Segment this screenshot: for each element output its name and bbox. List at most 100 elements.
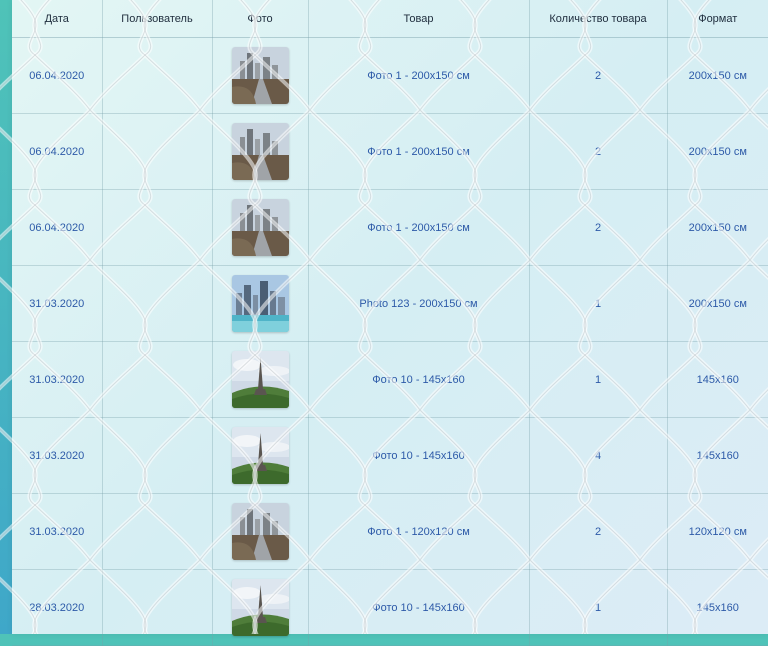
table-row[interactable]: 06.04.2020 Фото 1 - 200x150 см 2 200x150 см [12, 189, 768, 266]
cell-quantity: 2 [529, 113, 668, 190]
table-row[interactable]: 06.04.2020 Фото 1 - 200x150 см 2 200x150 см [12, 37, 768, 114]
product-link[interactable]: Фото 1 - 200x150 см [367, 146, 470, 158]
date-text: 31.03.2020 [29, 297, 85, 310]
cell-date: 31.03.2020 [12, 493, 103, 570]
cell-product: Фото 10 - 145x160 [308, 341, 530, 418]
cell-user [102, 417, 213, 494]
cell-date: 06.04.2020 [12, 189, 103, 266]
cell-format: 200x150 см [667, 37, 768, 114]
cell-user [102, 569, 213, 646]
format-text: 120x120 см [688, 525, 747, 538]
column-header-product[interactable]: Товар [308, 0, 530, 38]
table-row[interactable]: 31.03.2020 Фото 10 - 145x160 1 145x160 [12, 341, 768, 418]
product-link[interactable]: Фото 1 - 200x150 см [367, 222, 470, 234]
cell-date: 31.03.2020 [12, 265, 103, 342]
column-header-photo[interactable]: Фото [212, 0, 309, 38]
cell-format: 200x150 см [667, 265, 768, 342]
cell-photo [212, 113, 309, 190]
cell-product: Фото 1 - 200x150 см [308, 113, 530, 190]
product-link[interactable]: Фото 10 - 145x160 [372, 450, 465, 462]
product-photo-thumbnail[interactable] [231, 123, 289, 180]
table-row[interactable]: 31.03.2020 Фото 1 - 120x120 см 2 120x120 см [12, 493, 768, 570]
date-text: 31.03.2020 [29, 525, 85, 538]
cell-user [102, 37, 213, 114]
format-text: 145x160 [696, 373, 739, 386]
quantity-text: 1 [594, 373, 602, 386]
orders-table-panel: Дата Пользователь Фото Товар Количество … [12, 0, 768, 646]
product-link[interactable]: Фото 1 - 200x150 см [367, 70, 470, 82]
cell-product: Фото 1 - 200x150 см [308, 189, 530, 266]
cell-format: 200x150 см [667, 113, 768, 190]
product-photo-thumbnail[interactable] [231, 503, 289, 560]
date-text: 28.03.2020 [29, 601, 85, 614]
format-text: 145x160 [696, 449, 739, 462]
cell-product: Photo 123 - 200x150 см [308, 265, 530, 342]
column-header-date[interactable]: Дата [12, 0, 103, 38]
column-header-user[interactable]: Пользователь [102, 0, 213, 38]
product-photo-thumbnail[interactable] [231, 351, 289, 408]
product-photo-thumbnail[interactable] [231, 199, 289, 256]
cell-photo [212, 265, 309, 342]
product-photo-thumbnail[interactable] [231, 47, 289, 104]
cell-date: 28.03.2020 [12, 569, 103, 646]
cell-product: Фото 10 - 145x160 [308, 417, 530, 494]
cell-user [102, 341, 213, 418]
table-row[interactable]: 31.03.2020 Photo 123 - 200x150 см 1 200x150… [12, 265, 768, 342]
cell-quantity: 1 [529, 341, 668, 418]
table-row[interactable]: 06.04.2020 Фото 1 - 200x150 см 2 200x150 см [12, 113, 768, 190]
cell-product: Фото 1 - 200x150 см [308, 37, 530, 114]
column-header-format[interactable]: Формат [667, 0, 768, 38]
cell-product: Фото 1 - 120x120 см [308, 493, 530, 570]
cell-user [102, 189, 213, 266]
date-text: 06.04.2020 [29, 145, 85, 158]
cell-quantity: 4 [529, 417, 668, 494]
product-photo-thumbnail[interactable] [231, 275, 289, 332]
cell-format: 145x160 [667, 341, 768, 418]
format-text: 145x160 [696, 601, 739, 614]
column-header-quantity[interactable]: Количество товара [529, 0, 668, 38]
format-text: 200x150 см [688, 297, 747, 310]
date-text: 31.03.2020 [29, 373, 85, 386]
cell-product: Фото 10 - 145x160 [308, 569, 530, 646]
cell-date: 31.03.2020 [12, 417, 103, 494]
cell-user [102, 493, 213, 570]
cell-quantity: 2 [529, 189, 668, 266]
format-text: 200x150 см [688, 221, 747, 234]
cell-photo [212, 189, 309, 266]
table-row[interactable]: 31.03.2020 Фото 10 - 145x160 4 145x160 [12, 417, 768, 494]
quantity-text: 1 [594, 297, 602, 310]
product-link[interactable]: Фото 10 - 145x160 [372, 374, 465, 386]
cell-format: 200x150 см [667, 189, 768, 266]
quantity-text: 4 [594, 449, 602, 462]
cell-user [102, 265, 213, 342]
cell-photo [212, 569, 309, 646]
product-photo-thumbnail[interactable] [231, 427, 289, 484]
quantity-text: 2 [594, 221, 602, 234]
cell-date: 06.04.2020 [12, 113, 103, 190]
table-header-row: Дата Пользователь Фото Товар Количество … [12, 0, 768, 38]
cell-format: 145x160 [667, 569, 768, 646]
quantity-text: 2 [594, 69, 602, 82]
date-text: 06.04.2020 [29, 69, 85, 82]
date-text: 06.04.2020 [29, 221, 85, 234]
cell-photo [212, 341, 309, 418]
cell-date: 31.03.2020 [12, 341, 103, 418]
product-link[interactable]: Фото 10 - 145x160 [372, 602, 465, 614]
quantity-text: 2 [594, 145, 602, 158]
quantity-text: 2 [594, 525, 602, 538]
format-text: 200x150 см [688, 69, 747, 82]
date-text: 31.03.2020 [29, 449, 85, 462]
orders-table: Дата Пользователь Фото Товар Количество … [12, 0, 768, 646]
cell-quantity: 2 [529, 493, 668, 570]
cell-photo [212, 37, 309, 114]
cell-date: 06.04.2020 [12, 37, 103, 114]
cell-photo [212, 417, 309, 494]
product-photo-thumbnail[interactable] [231, 579, 289, 636]
table-row[interactable]: 28.03.2020 Фото 10 - 145x160 1 145x160 [12, 569, 768, 646]
product-link[interactable]: Photo 123 - 200x150 см [359, 298, 477, 310]
cell-quantity: 2 [529, 37, 668, 114]
cell-format: 145x160 [667, 417, 768, 494]
product-link[interactable]: Фото 1 - 120x120 см [367, 526, 470, 538]
cell-quantity: 1 [529, 265, 668, 342]
cell-quantity: 1 [529, 569, 668, 646]
